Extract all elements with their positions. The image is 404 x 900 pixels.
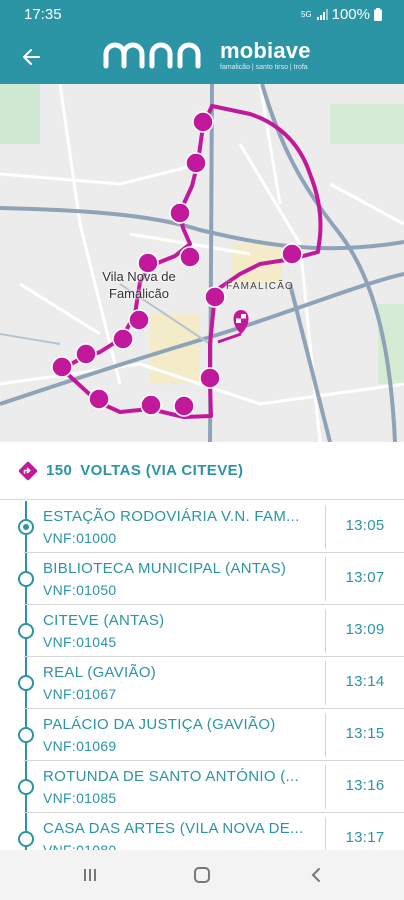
map-stop-marker[interactable] <box>281 243 303 265</box>
route-number: 150 <box>46 462 73 479</box>
logo-mark-icon <box>103 42 201 69</box>
stop-time: 13:15 <box>345 725 385 742</box>
mobiave-logo: mobiave famalicão | santo tirso | trofa <box>102 36 312 78</box>
stop-marker-icon <box>18 675 34 691</box>
stop-row[interactable]: ESTAÇÃO RODOVIÁRIA V.N. FAM... VNF:01000… <box>0 501 404 553</box>
map-district-label: FAMALICÃO <box>226 281 295 292</box>
stop-name: CITEVE (ANTAS) <box>43 612 165 629</box>
system-nav-bar <box>0 850 404 900</box>
stop-name: PALÁCIO DA JUSTIÇA (GAVIÃO) <box>43 716 276 733</box>
map-stop-marker[interactable] <box>169 202 191 224</box>
stop-name: CASA DAS ARTES (VILA NOVA DE... <box>43 820 304 837</box>
stop-code: VNF:01000 <box>43 530 117 546</box>
park-area <box>0 84 40 144</box>
stop-code: VNF:01050 <box>43 582 117 598</box>
stop-marker-icon <box>18 779 34 795</box>
stop-code: VNF:01085 <box>43 790 117 806</box>
park-area <box>378 304 404 384</box>
stop-code: VNF:01045 <box>43 634 117 650</box>
status-indicators: 5G 100% <box>301 6 382 23</box>
back-button[interactable] <box>12 38 50 76</box>
recent-apps-button[interactable] <box>70 862 110 888</box>
map-stop-marker[interactable] <box>199 367 221 389</box>
map-stop-marker[interactable] <box>192 111 214 133</box>
map-stop-marker[interactable] <box>88 388 110 410</box>
route-title: 150 VOLTAS (VIA CITEVE) <box>46 462 243 479</box>
route-header: 150 VOLTAS (VIA CITEVE) <box>0 442 404 500</box>
map-city-label: Vila Nova de Famalicão <box>102 269 176 301</box>
signal-icon <box>316 8 328 20</box>
stop-time: 13:17 <box>345 829 385 846</box>
chevron-left-icon <box>311 868 320 882</box>
stop-name: ESTAÇÃO RODOVIÁRIA V.N. FAM... <box>43 508 300 525</box>
start-flag-pin[interactable] <box>217 310 249 344</box>
back-nav-button[interactable] <box>296 862 336 888</box>
map-stop-marker[interactable] <box>75 343 97 365</box>
stop-row[interactable]: ROTUNDA DE SANTO ANTÓNIO (... VNF:01085 … <box>0 761 404 813</box>
stop-row[interactable]: BIBLIOTECA MUNICIPAL (ANTAS) VNF:01050 1… <box>0 553 404 605</box>
map-stop-marker[interactable] <box>140 394 162 416</box>
network-type: 5G <box>300 9 312 19</box>
route-direction-icon <box>18 461 38 481</box>
stop-list[interactable]: ESTAÇÃO RODOVIÁRIA V.N. FAM... VNF:01000… <box>0 501 404 850</box>
stop-time: 13:07 <box>345 569 385 586</box>
arrow-back-icon <box>23 49 40 65</box>
brand-tagline: famalicão | santo tirso | trofa <box>220 64 308 71</box>
status-bar: 17:35 5G 100% <box>0 0 404 30</box>
stop-marker-icon <box>18 623 34 639</box>
home-button[interactable] <box>182 862 222 888</box>
recent-apps-icon <box>84 869 96 881</box>
stop-code: VNF:01067 <box>43 686 117 702</box>
map-stop-marker[interactable] <box>128 309 150 331</box>
map-stop-marker[interactable] <box>179 246 201 268</box>
stop-time: 13:16 <box>345 777 385 794</box>
stop-time: 13:05 <box>345 517 385 534</box>
map-canvas <box>0 84 404 442</box>
brand-name: mobiave <box>220 38 311 63</box>
route-map[interactable]: Vila Nova de Famalicão FAMALICÃO <box>0 84 404 442</box>
map-stop-marker[interactable] <box>185 152 207 174</box>
stop-row[interactable]: PALÁCIO DA JUSTIÇA (GAVIÃO) VNF:01069 13… <box>0 709 404 761</box>
route-name: VOLTAS (VIA CITEVE) <box>80 462 244 479</box>
map-stop-marker[interactable] <box>204 286 226 308</box>
stop-time: 13:09 <box>345 621 385 638</box>
home-icon <box>194 867 210 883</box>
stop-row[interactable]: REAL (GAVIÃO) VNF:01067 13:14 <box>0 657 404 709</box>
park-area <box>330 104 404 144</box>
stop-name: BIBLIOTECA MUNICIPAL (ANTAS) <box>43 560 287 577</box>
stop-marker-icon <box>18 831 34 847</box>
stop-code: VNF:01069 <box>43 738 117 754</box>
status-time: 17:35 <box>24 6 62 23</box>
battery-icon <box>374 8 382 21</box>
stop-time: 13:14 <box>345 673 385 690</box>
stop-row[interactable]: CITEVE (ANTAS) VNF:01045 13:09 <box>0 605 404 657</box>
stop-name: REAL (GAVIÃO) <box>43 664 157 681</box>
stop-row[interactable]: CASA DAS ARTES (VILA NOVA DE... VNF:0108… <box>0 813 404 850</box>
stop-marker-icon <box>18 571 34 587</box>
map-stop-marker[interactable] <box>173 395 195 417</box>
map-stop-marker[interactable] <box>112 328 134 350</box>
stop-marker-icon <box>18 727 34 743</box>
app-bar: mobiave famalicão | santo tirso | trofa <box>0 30 404 84</box>
current-stop-marker-icon <box>18 519 34 535</box>
map-stop-marker[interactable] <box>51 356 73 378</box>
battery-level: 100% <box>331 6 370 23</box>
stop-name: ROTUNDA DE SANTO ANTÓNIO (... <box>43 768 299 785</box>
stop-code: VNF:01080 <box>43 842 117 850</box>
